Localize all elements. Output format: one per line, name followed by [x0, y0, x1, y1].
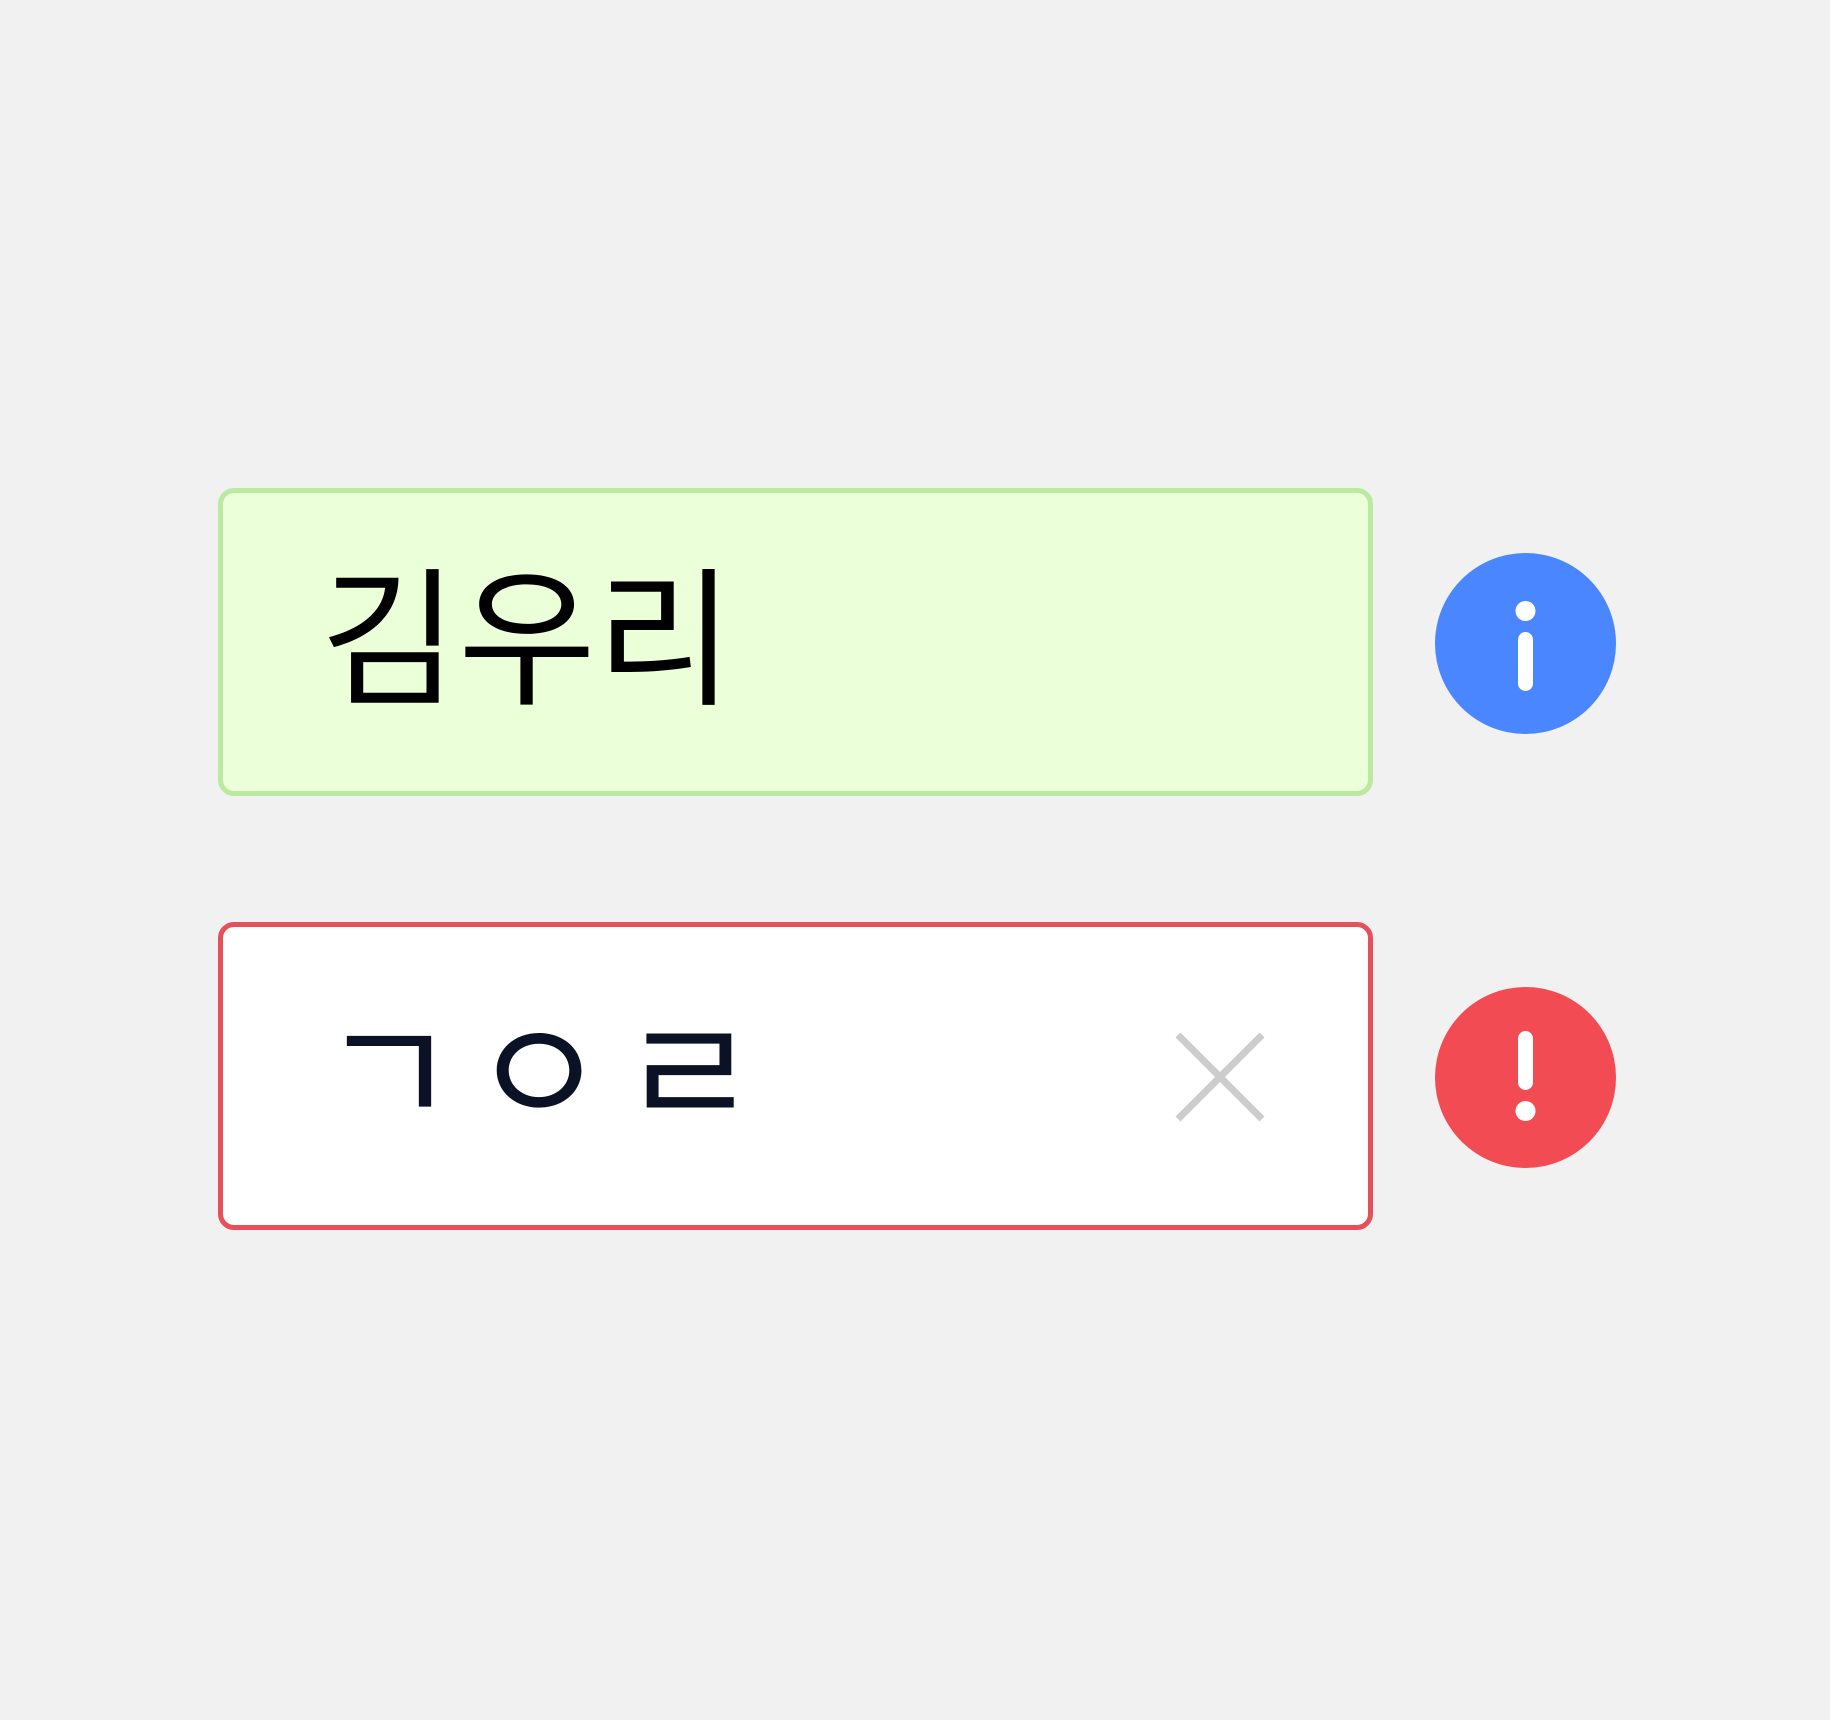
info-icon [1435, 553, 1616, 734]
name-field-value[interactable]: ㄱㅇㄹ [320, 1001, 770, 1151]
name-field-valid[interactable]: 김우리 [218, 488, 1373, 796]
name-field-value[interactable]: 김우리 [320, 567, 734, 717]
error-icon [1435, 987, 1616, 1168]
clear-input-button[interactable] [1174, 1031, 1266, 1123]
name-field-invalid[interactable]: ㄱㅇㄹ [218, 922, 1373, 1230]
close-icon [1175, 1032, 1265, 1122]
